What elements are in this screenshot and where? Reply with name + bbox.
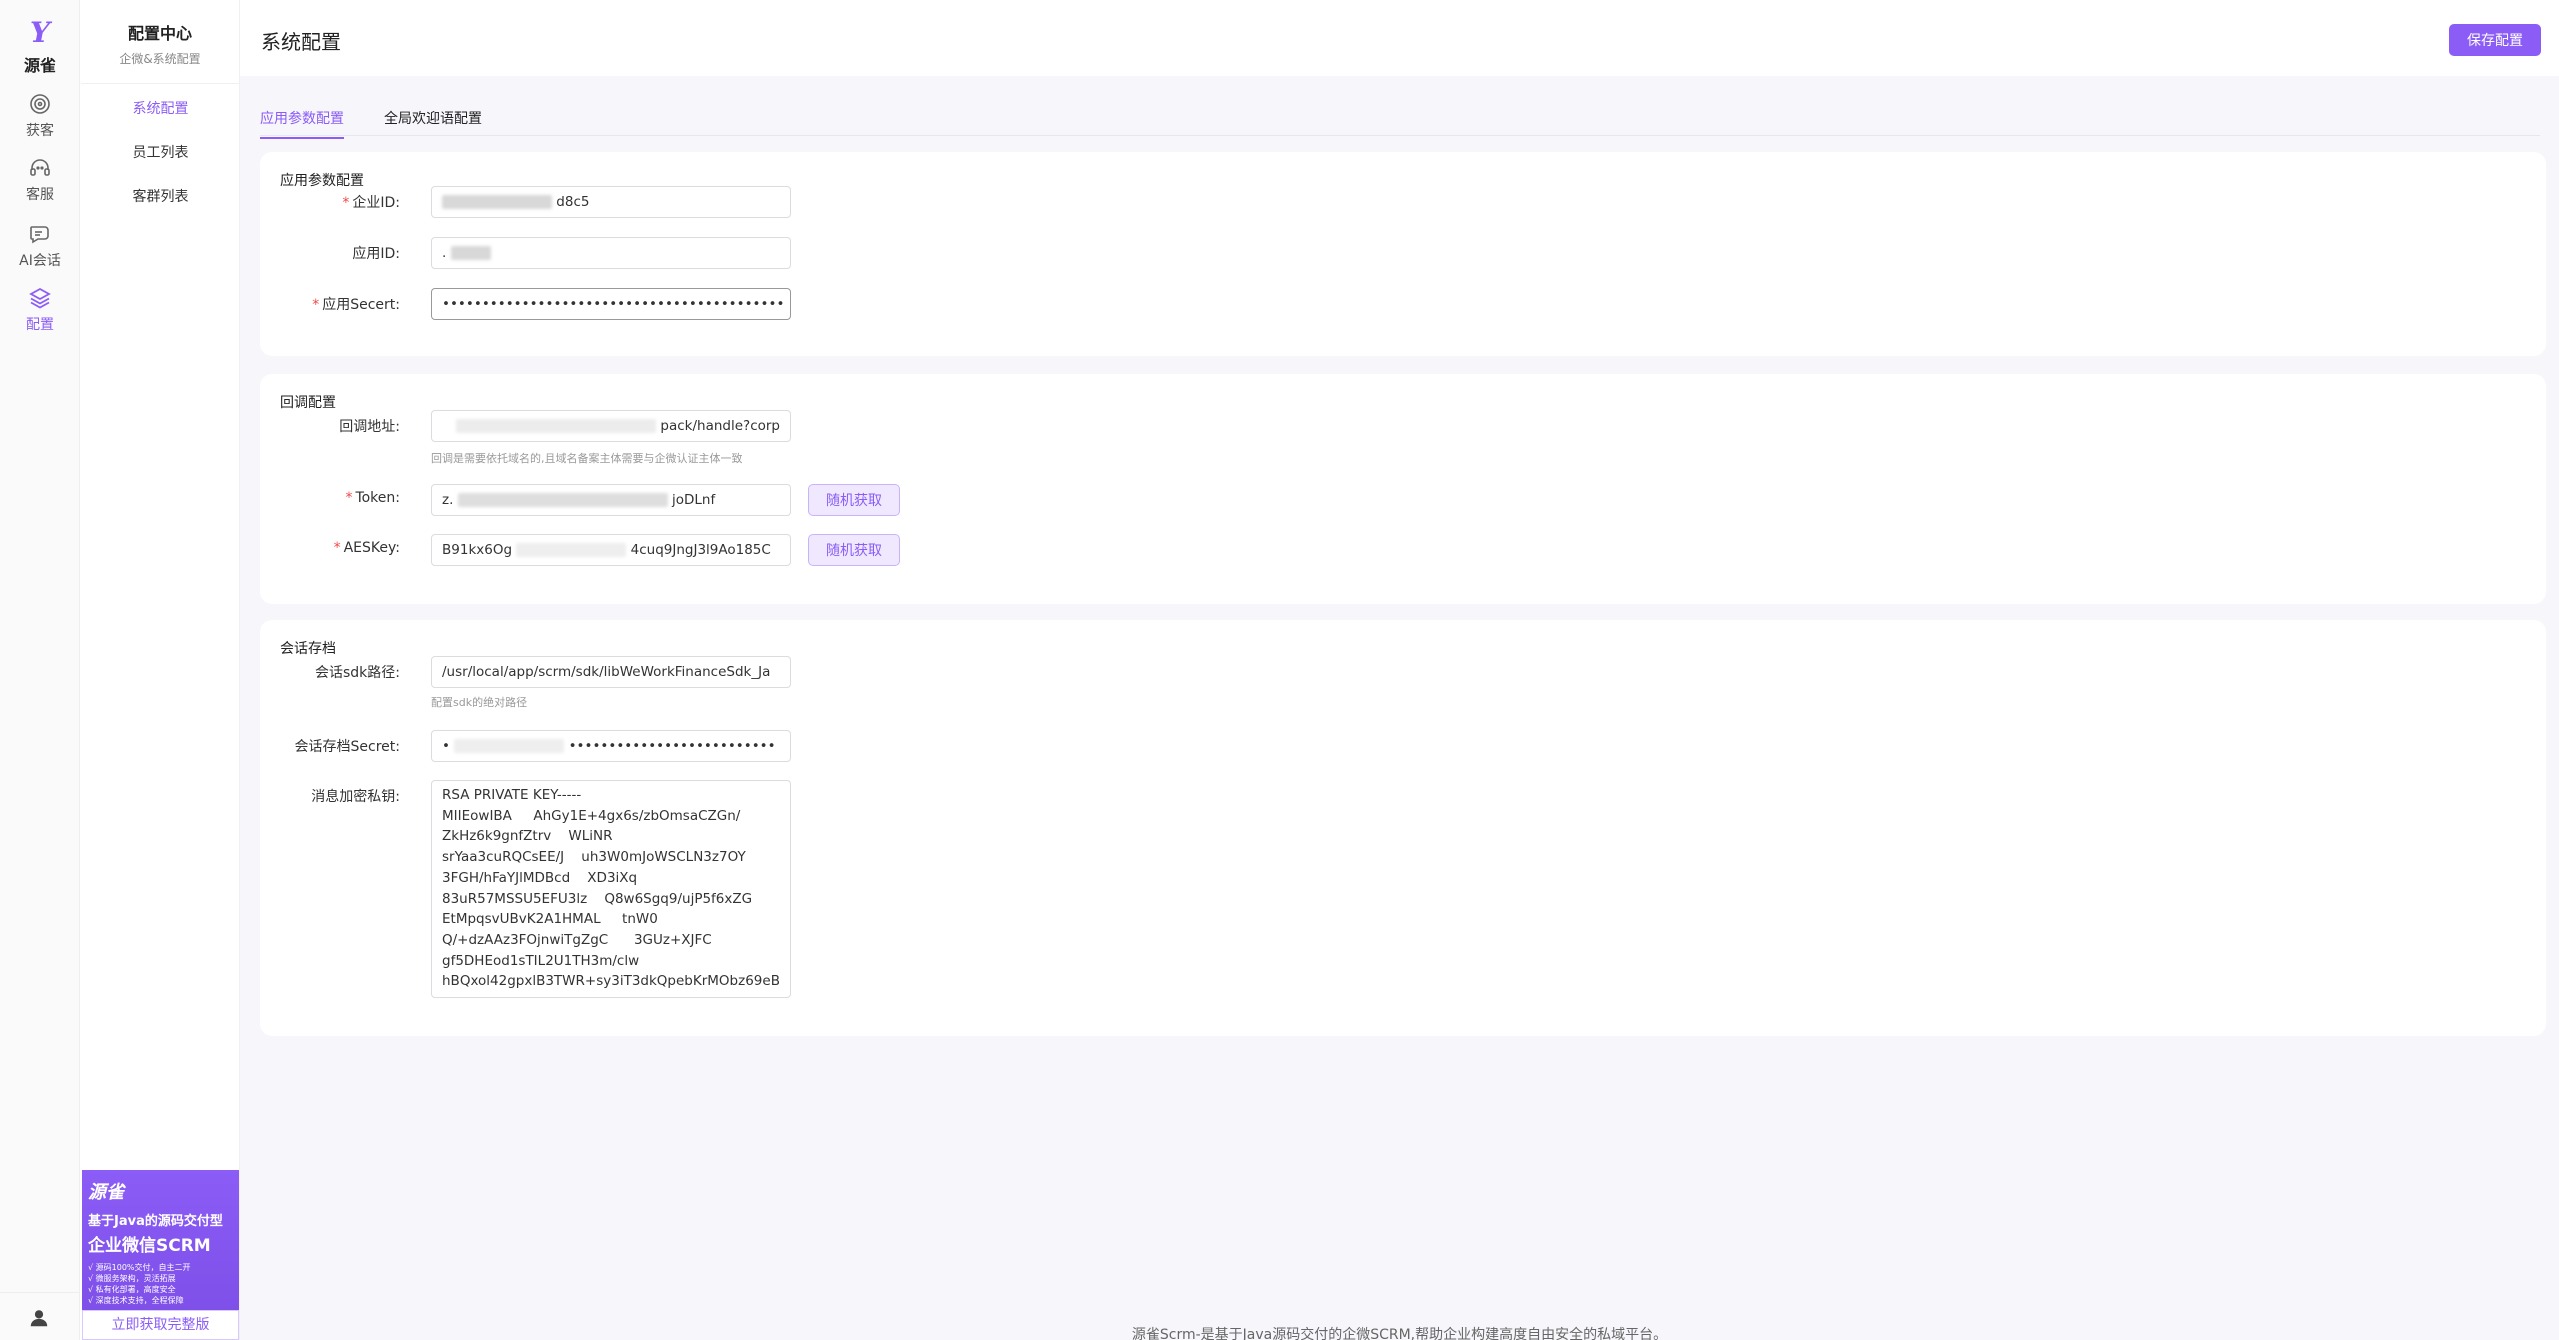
logo-icon: Y [30,16,50,49]
callback-url-hint: 回调是需要依托域名的,且域名备案主体需要与企微认证主体一致 [431,452,743,465]
rail-item-ai-chat[interactable]: AI会话 [0,222,80,270]
redacted-mask [450,246,491,260]
aeskey-input[interactable]: B91kx6Og 4cuq9JngJ3l9Ao185C [431,534,791,566]
target-icon [30,94,50,114]
callback-url-label: 回调地址: [339,419,400,435]
callback-url-input[interactable]: pack/handle?corp [431,410,791,442]
aeskey-label: * AESKey: [260,540,400,556]
app-id-label: 应用ID: [352,246,400,262]
archive-secret-prefix: • [442,738,450,754]
redacted-mask [454,739,565,753]
sidebar-title: 配置中心 [127,24,192,43]
token-label-text: Token: [355,490,400,506]
section-title: 应用参数配置 [280,173,364,189]
corp-id-label: * 企业ID: [260,192,400,212]
sidebar-subtitle: 企微&系统配置 [119,52,201,66]
layers-icon [29,287,51,309]
tab-global-welcome[interactable]: 全局欢迎语配置 [384,108,482,137]
rail-item-label: 配置 [26,317,54,333]
archive-secret-label: 会话存档Secret: [294,739,400,755]
promo-bullets: √ 源码100%交付，自主二开 √ 微服务架构，灵活拓展 √ 私有化部署，高度安… [88,1262,233,1306]
corp-id-value: d8c5 [556,194,590,210]
promo-banner[interactable]: 源雀 基于Java的源码交付型 企业微信SCRM √ 源码100%交付，自主二开… [82,1170,239,1340]
archive-card: 会话存档 会话sdk路径: /usr/local/app/scrm/sdk/li… [260,620,2546,1036]
callback-card: 回调配置 回调地址: pack/handle?corp 回调是需要依托域名的,且… [260,374,2546,604]
token-value-prefix: z. [442,492,454,508]
user-icon [30,1310,48,1327]
sdk-path-hint: 配置sdk的绝对路径 [431,696,528,709]
redacted-mask [456,419,657,433]
section-title: 会话存档 [280,641,336,657]
promo-bullet: √ 微服务架构，灵活拓展 [88,1274,176,1283]
app-secret-label-text: 应用Secert: [322,297,400,313]
redacted-mask [516,543,627,557]
token-value-suffix: joDLnf [671,492,716,508]
app-rail: Y 源雀 获客 客服 AI会话 配置 [0,0,80,1340]
get-full-version-button[interactable]: 立即获取完整版 [82,1310,239,1340]
token-input[interactable]: z. joDLnf [431,484,791,516]
tab-app-params[interactable]: 应用参数配置 [260,108,344,139]
promo-bullet: √ 深度技术支持，全程保障 [88,1296,184,1305]
app-secret-input[interactable]: ••••••••••••••••••••••••••••••••••••••••… [431,288,791,320]
sdk-path-input[interactable]: /usr/local/app/scrm/sdk/libWeWorkFinance… [431,656,791,688]
promo-bullet: √ 私有化部署，高度安全 [88,1285,176,1294]
required-mark: * [312,297,320,313]
rail-item-label: 获客 [26,123,54,139]
promo-bullet: √ 源码100%交付，自主二开 [88,1263,191,1272]
redacted-mask [442,195,552,209]
private-key-textarea[interactable]: RSA PRIVATE KEY----- MIIEowIBA AhGy1E+4g… [431,780,791,998]
aeskey-value-suffix: 4cuq9JngJ3l9Ao185C [630,542,771,558]
brand-name: 源雀 [23,56,56,75]
sidebar-header: 配置中心 企微&系统配置 [81,0,239,84]
random-aeskey-button[interactable]: 随机获取 [808,534,900,566]
app-secret-label: * 应用Secert: [260,294,400,314]
page-title: 系统配置 [261,30,341,54]
save-config-button[interactable]: 保存配置 [2449,24,2541,56]
main-area: 系统配置 保存配置 应用参数配置 全局欢迎语配置 应用参数配置 * 企业ID: d… [240,0,2559,1340]
required-mark: * [345,490,353,506]
corp-id-input[interactable]: d8c5 [431,186,791,218]
required-mark: * [333,540,341,556]
app-logo[interactable]: Y 源雀 [0,18,80,76]
sidebar-item-system-config[interactable]: 系统配置 [81,98,240,118]
private-key-label: 消息加密私钥: [311,789,400,805]
archive-secret-input[interactable]: • •••••••••••••••••••••••••• [431,730,791,762]
app-id-input[interactable]: . [431,237,791,269]
corp-id-label-text: 企业ID: [352,195,400,211]
required-mark: * [342,195,350,211]
promo-line1: 基于Java的源码交付型 [88,1214,223,1229]
redacted-mask [457,493,668,507]
sidebar-item-group-list[interactable]: 客群列表 [81,186,240,206]
top-bar: 系统配置 保存配置 [240,0,2559,76]
app-params-card: 应用参数配置 * 企业ID: d8c5 应用ID: . * 应用Secert: ••… [260,152,2546,356]
sidebar-item-staff-list[interactable]: 员工列表 [81,142,240,162]
callback-url-value: pack/handle?corp [660,418,780,434]
config-tabs: 应用参数配置 全局欢迎语配置 [260,100,2540,139]
rail-item-acquire[interactable]: 获客 [0,92,80,140]
chat-icon [30,226,49,244]
aeskey-label-text: AESKey: [343,540,400,556]
section-title: 回调配置 [280,395,336,411]
rail-item-service[interactable]: 客服 [0,156,80,204]
footer-text: 源雀Scrm-是基于Java源码交付的企微SCRM,帮助企业构建高度自由安全的私… [1131,1327,1668,1340]
sdk-path-label: 会话sdk路径: [314,665,400,681]
promo-brand: 源雀 [88,1182,124,1203]
rail-item-config[interactable]: 配置 [0,286,80,334]
token-label: * Token: [260,490,400,506]
aeskey-value-prefix: B91kx6Og [442,542,513,558]
config-sidebar: 配置中心 企微&系统配置 系统配置 员工列表 客群列表 源雀 基于Java的源码… [81,0,240,1340]
promo-line2: 企业微信SCRM [88,1236,211,1256]
user-menu[interactable] [0,1292,80,1340]
app-id-value: . [442,245,447,261]
rail-item-label: AI会话 [19,253,61,269]
headset-icon [30,159,50,176]
rail-item-label: 客服 [26,187,54,203]
archive-secret-value: •••••••••••••••••••••••••• [568,738,776,754]
random-token-button[interactable]: 随机获取 [808,484,900,516]
